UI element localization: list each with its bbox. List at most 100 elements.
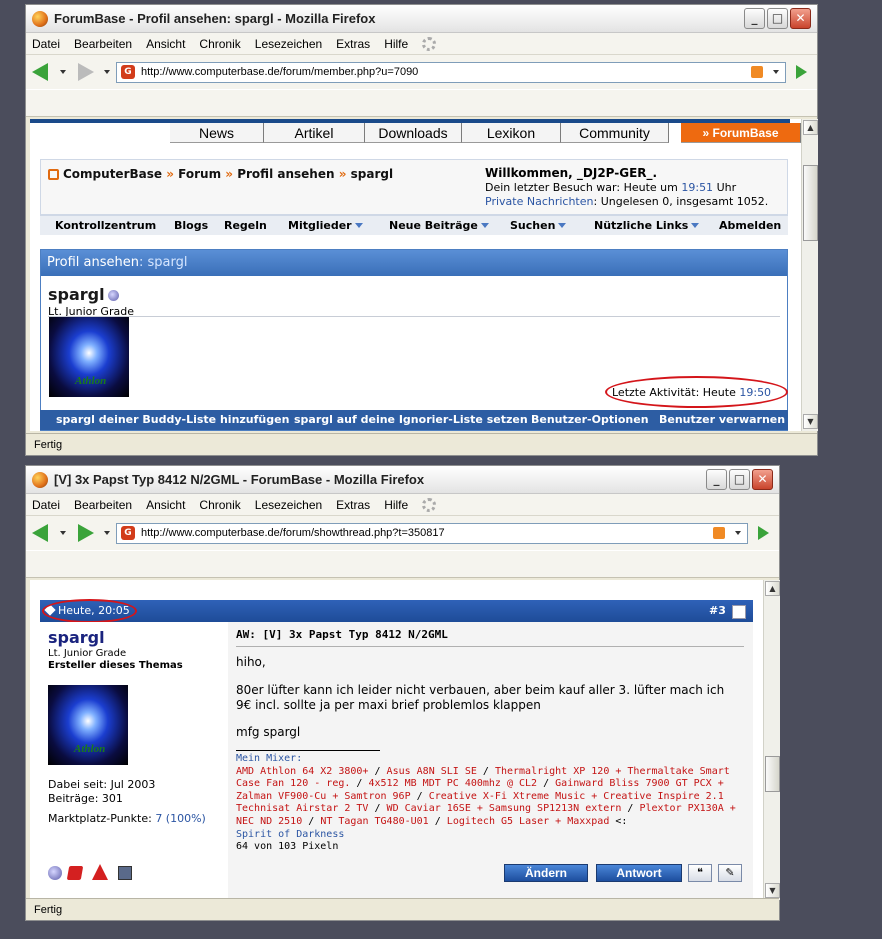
vertical-scrollbar[interactable]: ▲ ▼ — [763, 580, 780, 900]
go-arrow-icon[interactable] — [758, 526, 769, 540]
forward-arrow-icon[interactable] — [78, 524, 94, 542]
post-select-checkbox[interactable] — [732, 605, 746, 619]
breadcrumb-home[interactable]: ComputerBase — [63, 167, 162, 181]
nav-blogs[interactable]: Blogs — [174, 219, 208, 232]
nav-regeln[interactable]: Regeln — [224, 219, 267, 232]
sig-item[interactable]: Zalman VF900-Cu + Samtron 96P — [236, 791, 411, 802]
market-points-value[interactable]: 7 (100%) — [155, 812, 206, 825]
reply-button[interactable]: Antwort — [596, 864, 682, 882]
rss-feed-icon[interactable] — [713, 527, 725, 539]
sig-smiley: <: — [615, 815, 628, 827]
nav-neue-beitraege[interactable]: Neue Beiträge — [389, 219, 489, 232]
minimize-button[interactable]: _ — [706, 469, 727, 490]
sig-item[interactable]: 4x512 MB MDT PC 400mhz @ CL2 — [368, 778, 537, 789]
nav-mitglieder[interactable]: Mitglieder — [288, 219, 363, 232]
last-visit-time: 19:51 — [681, 181, 714, 194]
menu-extras[interactable]: Extras — [336, 498, 370, 512]
menu-lesezeichen[interactable]: Lesezeichen — [255, 498, 322, 512]
sig-mixer-label[interactable]: Mein Mixer: — [236, 753, 302, 764]
close-button[interactable]: ✕ — [752, 469, 773, 490]
nav-nuetzliche-links[interactable]: Nützliche Links — [594, 219, 700, 232]
forward-history-dropdown-icon[interactable] — [104, 531, 110, 535]
post-username[interactable]: spargl — [48, 628, 105, 647]
scroll-up-button[interactable]: ▲ — [803, 120, 818, 135]
menu-ansicht[interactable]: Ansicht — [146, 37, 185, 51]
maximize-button[interactable]: □ — [729, 469, 750, 490]
back-arrow-icon[interactable] — [32, 63, 48, 81]
url-text[interactable]: http://www.computerbase.de/forum/showthr… — [141, 527, 713, 539]
menu-datei[interactable]: Datei — [32, 498, 60, 512]
menu-bearbeiten[interactable]: Bearbeiten — [74, 498, 132, 512]
sig-item[interactable]: WD Caviar 16SE + Samsung SP1213N extern — [387, 803, 622, 814]
scroll-thumb[interactable] — [765, 756, 780, 792]
url-dropdown-icon[interactable] — [773, 70, 779, 74]
add-buddy-link[interactable]: spargl deiner Buddy-Liste hinzufügen — [56, 413, 289, 426]
sig-item[interactable]: Thermalright XP 120 + Thermaltake Smart — [495, 766, 730, 777]
sig-item[interactable]: Asus A8N SLI SE — [387, 766, 477, 777]
user-options-link[interactable]: Benutzer-Optionen — [531, 413, 649, 426]
menu-lesezeichen[interactable]: Lesezeichen — [255, 37, 322, 51]
edit-button[interactable]: Ändern — [504, 864, 588, 882]
nav-suchen[interactable]: Suchen — [510, 219, 567, 232]
url-text[interactable]: http://www.computerbase.de/forum/member.… — [141, 66, 751, 78]
menu-ansicht[interactable]: Ansicht — [146, 498, 185, 512]
sig-item[interactable]: NT Tagan TG480-U01 — [320, 816, 428, 827]
warn-user-link[interactable]: Benutzer verwarnen — [659, 413, 785, 426]
url-dropdown-icon[interactable] — [735, 531, 741, 535]
signature: Mein Mixer: AMD Athlon 64 X2 3800+ / Asu… — [236, 753, 746, 854]
menu-chronik[interactable]: Chronik — [199, 498, 240, 512]
sig-item[interactable]: AMD Athlon 64 X2 3800+ — [236, 766, 368, 777]
quote-button[interactable]: ❝ — [688, 864, 712, 882]
sig-item[interactable]: Plextor PX130A + — [639, 803, 735, 814]
url-bar[interactable]: G http://www.computerbase.de/forum/membe… — [116, 61, 786, 83]
menu-hilfe[interactable]: Hilfe — [384, 498, 408, 512]
menu-bearbeiten[interactable]: Bearbeiten — [74, 37, 132, 51]
nav-kontrollzentrum[interactable]: Kontrollzentrum — [55, 219, 156, 232]
sig-item[interactable]: Case Fan 120 - reg. — [236, 778, 350, 789]
back-history-dropdown-icon[interactable] — [60, 70, 66, 74]
sig-item[interactable]: Gainward Bliss 7900 GT PCX + — [555, 778, 724, 789]
maximize-button[interactable]: □ — [767, 8, 788, 29]
scroll-down-button[interactable]: ▼ — [803, 414, 818, 429]
menu-hilfe[interactable]: Hilfe — [384, 37, 408, 51]
menu-datei[interactable]: Datei — [32, 37, 60, 51]
computer-icon[interactable] — [118, 866, 132, 880]
tab-lexikon[interactable]: Lexikon — [462, 123, 561, 143]
tab-community[interactable]: Community — [561, 123, 669, 143]
online-status-icon — [107, 290, 119, 301]
scroll-down-button[interactable]: ▼ — [765, 883, 780, 898]
sig-item[interactable]: Creative X-Fi Xtreme Music + Creative In… — [429, 791, 724, 802]
close-button[interactable]: ✕ — [790, 8, 811, 29]
nav-abmelden[interactable]: Abmelden — [719, 219, 781, 232]
forward-history-dropdown-icon[interactable] — [104, 70, 110, 74]
url-bar[interactable]: G http://www.computerbase.de/forum/showt… — [116, 522, 748, 544]
forward-arrow-icon[interactable] — [78, 63, 94, 81]
private-messages-link[interactable]: Private Nachrichten — [485, 195, 594, 208]
vertical-scrollbar[interactable]: ▲ ▼ — [801, 119, 818, 431]
sig-spirit-link[interactable]: Spirit of Darkness — [236, 829, 344, 840]
sig-item[interactable]: Logitech G5 Laser + Maxxpad — [447, 816, 610, 827]
report-icon[interactable] — [66, 866, 84, 880]
sig-item[interactable]: NEC ND 2510 — [236, 816, 302, 827]
add-ignore-link[interactable]: spargl auf deine Ignorier-Liste setzen — [294, 413, 528, 426]
scroll-thumb[interactable] — [803, 165, 818, 241]
menu-extras[interactable]: Extras — [336, 37, 370, 51]
tab-downloads[interactable]: Downloads — [365, 123, 462, 143]
breadcrumb-profile[interactable]: Profil ansehen — [237, 167, 334, 181]
warning-icon[interactable] — [92, 864, 108, 880]
go-arrow-icon[interactable] — [796, 65, 807, 79]
scroll-up-button[interactable]: ▲ — [765, 581, 780, 596]
tab-news[interactable]: News — [170, 123, 264, 143]
sig-item[interactable]: Technisat Airstar 2 TV — [236, 803, 368, 814]
tab-forumbase[interactable]: » ForumBase — [681, 123, 801, 143]
back-arrow-icon[interactable] — [32, 524, 48, 542]
rss-feed-icon[interactable] — [751, 66, 763, 78]
menu-chronik[interactable]: Chronik — [199, 37, 240, 51]
breadcrumb-forum[interactable]: Forum — [178, 167, 221, 181]
minimize-button[interactable]: _ — [744, 8, 765, 29]
tab-artikel[interactable]: Artikel — [264, 123, 365, 143]
sig-separator: / — [356, 778, 363, 790]
post-number[interactable]: #3 — [709, 604, 726, 617]
quick-reply-button[interactable]: ✎ — [718, 864, 742, 882]
back-history-dropdown-icon[interactable] — [60, 531, 66, 535]
